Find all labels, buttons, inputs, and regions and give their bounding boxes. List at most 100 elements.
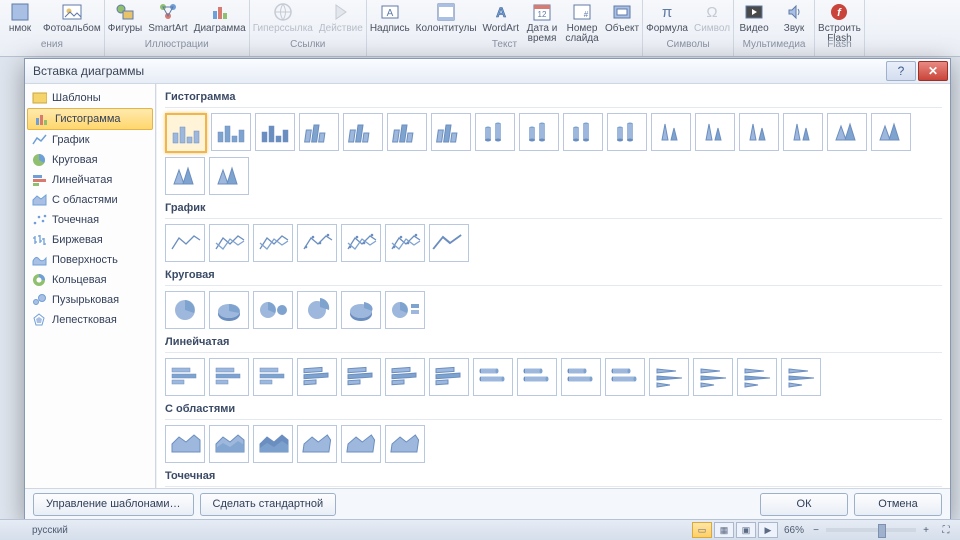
chart-type-column-8[interactable] <box>519 113 559 151</box>
chart-type-bar-1[interactable] <box>209 358 249 396</box>
chart-type-pie-1[interactable] <box>209 291 249 329</box>
cancel-button[interactable]: Отмена <box>854 493 942 516</box>
category-line[interactable]: График <box>25 130 155 150</box>
chart-type-line-5[interactable] <box>385 224 425 262</box>
zoom-out-button[interactable]: − <box>810 525 822 536</box>
chart-type-line-1[interactable] <box>209 224 249 262</box>
chart-type-bar-5[interactable] <box>385 358 425 396</box>
chart-type-bar-10[interactable] <box>605 358 645 396</box>
chart-type-bar-11[interactable] <box>649 358 689 396</box>
view-normal-button[interactable]: ▭ <box>692 522 712 538</box>
chart-type-line-0[interactable] <box>165 224 205 262</box>
category-pie[interactable]: Круговая <box>25 150 155 170</box>
chart-type-pie-0[interactable] <box>165 291 205 329</box>
chart-type-area-5[interactable] <box>385 425 425 463</box>
chart-type-column-0[interactable] <box>165 113 207 153</box>
category-surface[interactable]: Поверхность <box>25 250 155 270</box>
chart-type-column-5[interactable] <box>387 113 427 151</box>
language-indicator[interactable]: русский <box>32 525 68 536</box>
chart-type-column-6[interactable] <box>431 113 471 151</box>
chart-type-column-10[interactable] <box>607 113 647 151</box>
chart-type-area-4[interactable] <box>341 425 381 463</box>
zoom-slider[interactable] <box>826 528 916 532</box>
ribbon-video-button[interactable]: Видео <box>734 0 774 34</box>
category-stock[interactable]: Биржевая <box>25 230 155 250</box>
category-area[interactable]: С областями <box>25 190 155 210</box>
chart-type-bar-2[interactable] <box>253 358 293 396</box>
chart-type-bar-12[interactable] <box>693 358 733 396</box>
chart-type-bar-14[interactable] <box>781 358 821 396</box>
chart-type-line-4[interactable] <box>341 224 381 262</box>
chart-type-column-12[interactable] <box>695 113 735 151</box>
ribbon-wordart-button[interactable]: AWordArt <box>480 0 523 34</box>
ribbon-textbox-button[interactable]: AНадпись <box>367 0 413 34</box>
ribbon-clip-button[interactable]: нмок <box>0 0 40 34</box>
chart-type-column-14[interactable] <box>783 113 823 151</box>
help-button[interactable]: ? <box>886 61 916 81</box>
chart-type-column-4[interactable] <box>343 113 383 151</box>
ribbon-audio-button[interactable]: Звук <box>774 0 814 34</box>
chart-type-line-3[interactable] <box>297 224 337 262</box>
ribbon-shapes-button[interactable]: Фигуры <box>105 0 145 34</box>
set-default-button[interactable]: Сделать стандартной <box>200 493 337 516</box>
chart-type-area-2[interactable] <box>253 425 293 463</box>
chart-type-column-9[interactable] <box>563 113 603 151</box>
ribbon-equation-button[interactable]: πФормула <box>643 0 691 34</box>
category-label: Биржевая <box>52 234 103 246</box>
ribbon-photoalbum-button[interactable]: Фотоальбом <box>40 0 104 34</box>
ribbon-object-button[interactable]: Объект <box>602 0 642 34</box>
view-slideshow-button[interactable]: ▶ <box>758 522 778 538</box>
ribbon-headerfooter-button[interactable]: Колонтитулы <box>413 0 480 34</box>
manage-templates-button[interactable]: Управление шаблонами… <box>33 493 194 516</box>
chart-type-column-3[interactable] <box>299 113 339 151</box>
chart-type-column-7[interactable] <box>475 113 515 151</box>
chart-type-bar-9[interactable] <box>561 358 601 396</box>
chart-type-pie-5[interactable] <box>385 291 425 329</box>
chart-type-area-1[interactable] <box>209 425 249 463</box>
category-radar[interactable]: Лепестковая <box>25 310 155 330</box>
category-sidebar: ШаблоныГистограммаГрафикКруговаяЛинейчат… <box>25 84 156 488</box>
chart-type-column-2[interactable] <box>255 113 295 151</box>
chart-type-pie-3[interactable] <box>297 291 337 329</box>
view-reading-button[interactable]: ▣ <box>736 522 756 538</box>
chart-type-column-13[interactable] <box>739 113 779 151</box>
category-column[interactable]: Гистограмма <box>27 108 153 130</box>
dialog-title: Вставка диаграммы <box>33 64 884 78</box>
chart-type-bar-13[interactable] <box>737 358 777 396</box>
chart-type-column-17[interactable] <box>165 157 205 195</box>
chart-type-bar-0[interactable] <box>165 358 205 396</box>
chart-type-line-6[interactable] <box>429 224 469 262</box>
chart-type-bar-3[interactable] <box>297 358 337 396</box>
chart-type-area-0[interactable] <box>165 425 205 463</box>
chart-type-bar-8[interactable] <box>517 358 557 396</box>
insert-chart-dialog: Вставка диаграммы ? ✕ ШаблоныГистограмма… <box>24 58 951 520</box>
ribbon-chart-button[interactable]: Диаграмма <box>191 0 249 34</box>
templates-icon <box>31 91 47 105</box>
ok-button[interactable]: ОК <box>760 493 848 516</box>
chart-type-bar-7[interactable] <box>473 358 513 396</box>
close-button[interactable]: ✕ <box>918 61 948 81</box>
chart-type-column-11[interactable] <box>651 113 691 151</box>
category-doughnut[interactable]: Кольцевая <box>25 270 155 290</box>
ribbon-smartart-button[interactable]: SmartArt <box>145 0 190 34</box>
chart-type-column-1[interactable] <box>211 113 251 151</box>
chart-type-bar-6[interactable] <box>429 358 469 396</box>
fit-button[interactable]: ⛶ <box>940 525 952 536</box>
section-bar: Линейчатая <box>165 333 950 396</box>
chart-type-area-3[interactable] <box>297 425 337 463</box>
zoom-level[interactable]: 66% <box>784 525 804 536</box>
chart-type-line-2[interactable] <box>253 224 293 262</box>
chart-type-bar-4[interactable] <box>341 358 381 396</box>
zoom-in-button[interactable]: + <box>920 525 932 536</box>
category-bar[interactable]: Линейчатая <box>25 170 155 190</box>
category-templates[interactable]: Шаблоны <box>25 88 155 108</box>
chart-type-column-18[interactable] <box>209 157 249 195</box>
chart-type-pie-2[interactable] <box>253 291 293 329</box>
ribbon-group-label: Символы <box>643 38 733 52</box>
chart-type-column-15[interactable] <box>827 113 867 151</box>
view-sorter-button[interactable]: ▦ <box>714 522 734 538</box>
category-bubble[interactable]: Пузырьковая <box>25 290 155 310</box>
chart-type-column-16[interactable] <box>871 113 911 151</box>
category-scatter[interactable]: Точечная <box>25 210 155 230</box>
chart-type-pie-4[interactable] <box>341 291 381 329</box>
